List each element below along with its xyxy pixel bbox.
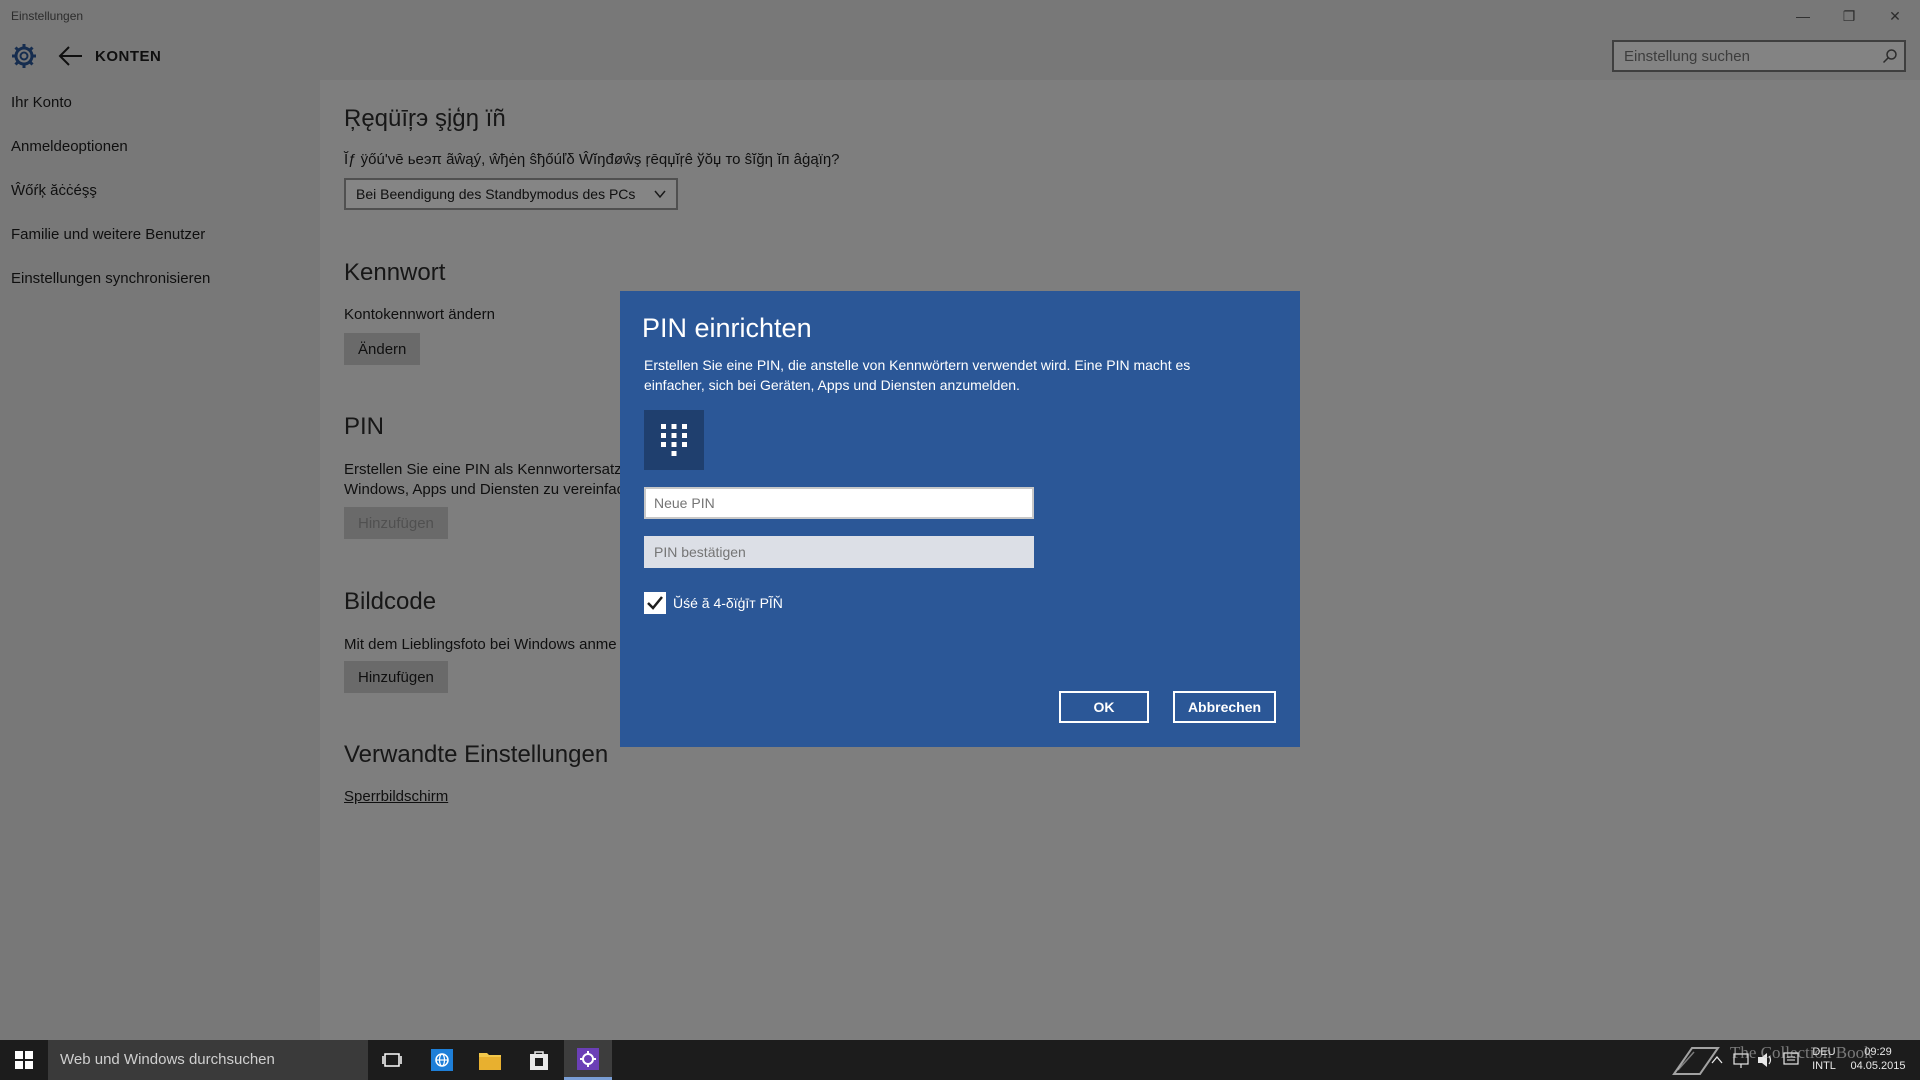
settings-taskbar-button[interactable] [564, 1040, 612, 1080]
confirm-pin-field[interactable] [644, 536, 1034, 568]
taskbar: Web und Windows durchsuchen DEU INTL 09:… [0, 1040, 1920, 1080]
watermark-text: The Collection Book [1730, 1043, 1873, 1062]
pin-setup-dialog: PIN einrichten Erstellen Sie eine PIN, d… [620, 291, 1300, 747]
dialog-title: PIN einrichten [642, 313, 812, 343]
taskbar-search-box[interactable]: Web und Windows durchsuchen [48, 1040, 368, 1080]
windows-logo-icon [15, 1051, 33, 1069]
globe-icon [431, 1049, 453, 1071]
start-button[interactable] [0, 1040, 48, 1080]
checkmark-icon [647, 596, 663, 610]
task-view-icon [382, 1053, 402, 1067]
show-hidden-icons-button[interactable] [1710, 1040, 1728, 1080]
chevron-up-icon [1711, 1055, 1723, 1064]
folder-icon [479, 1053, 501, 1070]
task-view-button[interactable] [368, 1040, 416, 1080]
four-digit-pin-checkbox[interactable] [644, 592, 666, 614]
store-taskbar-button[interactable] [515, 1040, 563, 1080]
settings-gear-icon [577, 1047, 599, 1070]
keypad-dots-icon [661, 424, 687, 456]
store-bag-icon [530, 1051, 548, 1070]
file-explorer-taskbar-button[interactable] [466, 1040, 514, 1080]
new-pin-field[interactable] [644, 487, 1034, 519]
dialog-description: Erstellen Sie eine PIN, die anstelle von… [644, 357, 1191, 393]
ok-button[interactable]: OK [1059, 691, 1149, 723]
four-digit-pin-label[interactable]: Ŭśé ă 4-δïģīт PĨŇ [673, 595, 783, 611]
browser-taskbar-button[interactable] [418, 1040, 466, 1080]
new-pin-input[interactable] [646, 489, 1032, 517]
cancel-button[interactable]: Abbrechen [1173, 691, 1276, 723]
keypad-icon [644, 410, 704, 470]
confirm-pin-input[interactable] [646, 538, 1032, 566]
